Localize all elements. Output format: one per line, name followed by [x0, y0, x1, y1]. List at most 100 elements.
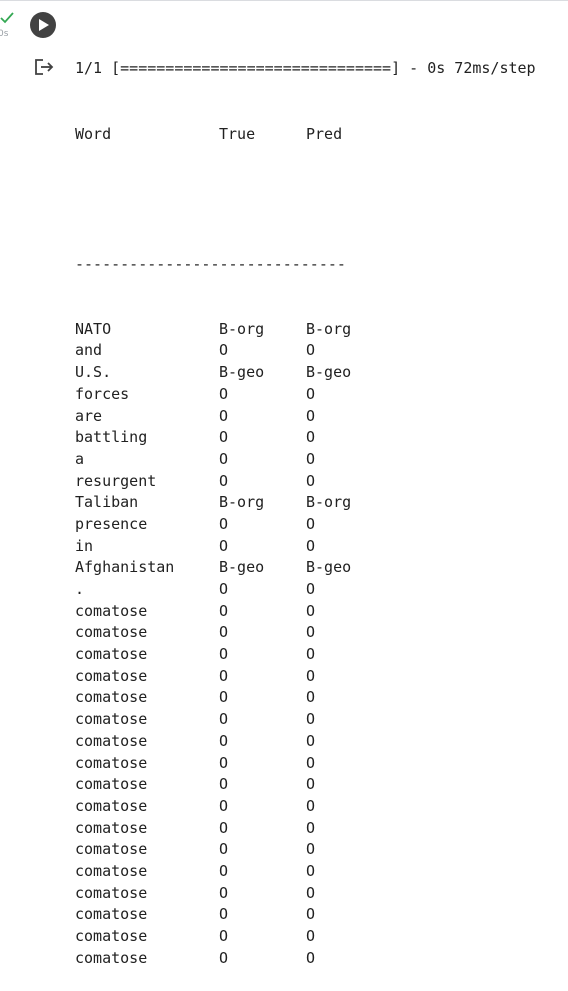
cell-word: comatose: [75, 905, 148, 924]
cell-word: forces: [75, 384, 130, 403]
run-cell-button[interactable]: [30, 12, 56, 38]
cell-word: a: [75, 449, 85, 468]
table-row: comatose O O: [75, 644, 565, 666]
table-body: NATO B-org B-org and O O U.S. B-geo B-geo forces O…: [75, 319, 565, 970]
table-row: . O O: [75, 579, 565, 601]
cell-true-label: O: [219, 775, 229, 794]
cell-true-label: O: [219, 536, 229, 555]
cell-pred-label: O: [306, 948, 316, 967]
cell-true-label: O: [219, 471, 229, 490]
cell-true-label: O: [219, 514, 229, 533]
cell-word: comatose: [75, 666, 148, 685]
cell-gutter: 0s: [0, 0, 62, 758]
table-row: comatose O O: [75, 666, 565, 688]
cell-true-label: O: [219, 645, 229, 664]
cell-true-label: B-org: [219, 493, 265, 512]
cell-word: comatose: [75, 861, 148, 880]
cell-pred-label: B-org: [306, 319, 352, 338]
cell-top-divider: [0, 0, 568, 1]
table-row: comatose O O: [75, 753, 565, 775]
table-separator: ------------------------------: [75, 254, 346, 273]
cell-pred-label: O: [306, 341, 316, 360]
cell-true-label: O: [219, 948, 229, 967]
cell-pred-label: O: [306, 818, 316, 837]
cell-true-label: O: [219, 406, 229, 425]
cell-true-label: O: [219, 384, 229, 403]
cell-word: Afghanistan: [75, 558, 175, 577]
cell-pred-label: O: [306, 428, 316, 447]
cell-true-label: B-org: [219, 319, 265, 338]
table-row: comatose O O: [75, 904, 565, 926]
cell-true-label: B-geo: [219, 363, 265, 382]
cell-pred-label: O: [306, 927, 316, 946]
cell-pred-label: O: [306, 905, 316, 924]
cell-true-label: O: [219, 927, 229, 946]
cell-true-label: O: [219, 666, 229, 685]
table-row: battling O O: [75, 427, 565, 449]
table-row: forces O O: [75, 384, 565, 406]
progress-line: 1/1 [==============================] - 0…: [75, 59, 536, 78]
cell-pred-label: O: [306, 580, 316, 599]
table-row: comatose O O: [75, 861, 565, 883]
output-redirect-icon[interactable]: [34, 58, 54, 76]
cell-true-label: O: [219, 428, 229, 447]
cell-word: comatose: [75, 753, 148, 772]
cell-word: battling: [75, 428, 148, 447]
cell-word: comatose: [75, 645, 148, 664]
cell-pred-label: O: [306, 471, 316, 490]
cell-word: comatose: [75, 883, 148, 902]
cell-word: NATO: [75, 319, 112, 338]
cell-pred-label: O: [306, 796, 316, 815]
cell-pred-label: O: [306, 645, 316, 664]
cell-word: comatose: [75, 688, 148, 707]
cell-word: presence: [75, 514, 148, 533]
cell-output: 1/1 [==============================] - 0…: [75, 15, 565, 991]
table-row: are O O: [75, 406, 565, 428]
cell-pred-label: O: [306, 753, 316, 772]
cell-word: Taliban: [75, 493, 139, 512]
table-header: Word True Pred: [75, 124, 565, 146]
cell-word: .: [75, 580, 85, 599]
cell-true-label: O: [219, 710, 229, 729]
table-row: resurgent O O: [75, 471, 565, 493]
cell-true-label: B-geo: [219, 558, 265, 577]
cell-pred-label: B-geo: [306, 558, 352, 577]
table-row: Afghanistan B-geo B-geo: [75, 557, 565, 579]
header-word: Word: [75, 124, 112, 143]
table-row: and O O: [75, 340, 565, 362]
table-row: comatose O O: [75, 709, 565, 731]
cell-pred-label: O: [306, 514, 316, 533]
cell-word: comatose: [75, 601, 148, 620]
table-row: presence O O: [75, 514, 565, 536]
cell-pred-label: O: [306, 406, 316, 425]
cell-true-label: O: [219, 341, 229, 360]
table-row: NATO B-org B-org: [75, 319, 565, 341]
cell-pred-label: O: [306, 688, 316, 707]
cell-true-label: O: [219, 753, 229, 772]
cell-word: comatose: [75, 710, 148, 729]
execution-time: 0s: [0, 29, 9, 39]
cell-word: are: [75, 406, 103, 425]
table-row: Taliban B-org B-org: [75, 492, 565, 514]
table-row: comatose O O: [75, 883, 565, 905]
table-row: aOO: [75, 449, 565, 471]
table-row: comatose O O: [75, 796, 565, 818]
table-row: comatose O O: [75, 948, 565, 970]
header-true: True: [219, 124, 256, 143]
cell-word: comatose: [75, 623, 148, 642]
cell-word: and: [75, 341, 103, 360]
table-row: comatose O O: [75, 731, 565, 753]
cell-pred-label: O: [306, 384, 316, 403]
cell-word: comatose: [75, 840, 148, 859]
table-row: in O O: [75, 536, 565, 558]
cell-pred-label: B-org: [306, 493, 352, 512]
cell-true-label: O: [219, 688, 229, 707]
cell-pred-label: O: [306, 601, 316, 620]
cell-true-label: O: [219, 796, 229, 815]
cell-true-label: O: [219, 818, 229, 837]
cell-pred-label: O: [306, 840, 316, 859]
table-row: comatose O O: [75, 774, 565, 796]
cell-true-label: O: [219, 905, 229, 924]
cell-pred-label: O: [306, 536, 316, 555]
